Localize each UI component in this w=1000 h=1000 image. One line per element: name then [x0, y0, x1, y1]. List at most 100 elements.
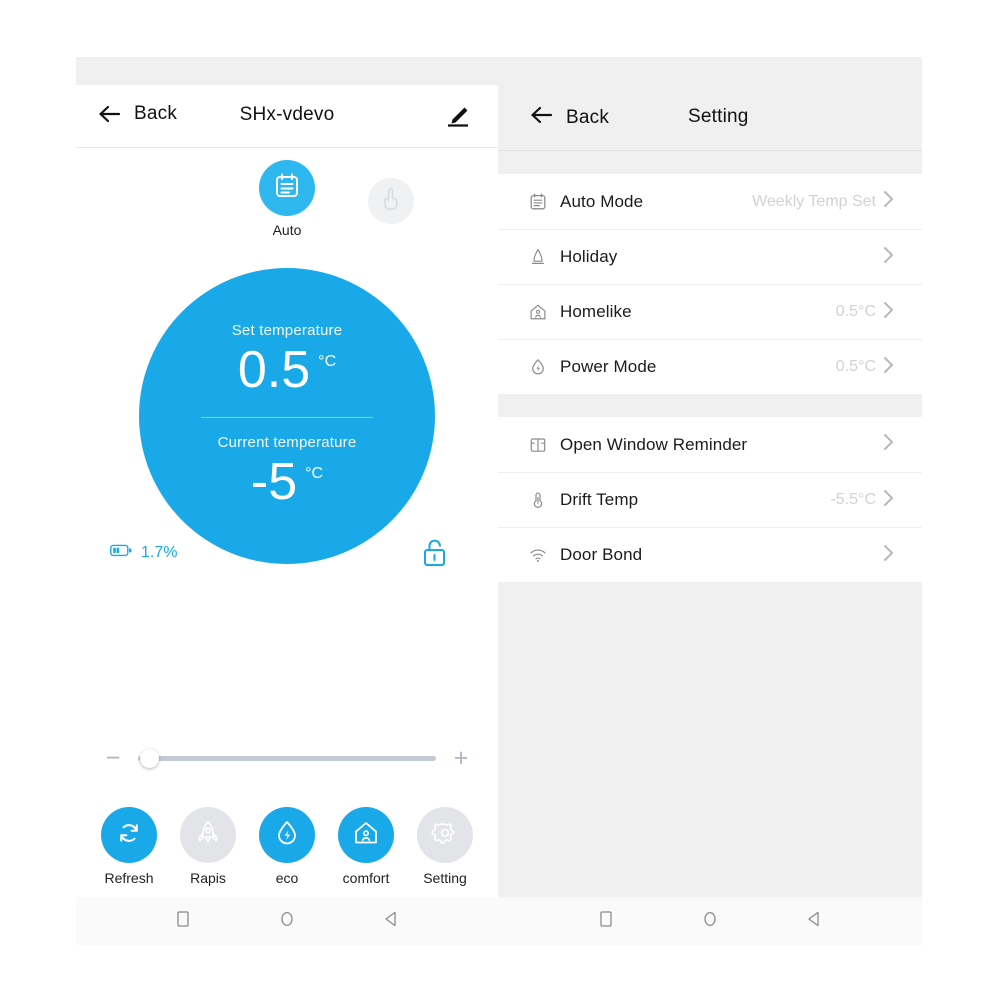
temperature-dial[interactable]: Set temperature 0.5 °C Current temperatu…: [139, 268, 435, 564]
action-button-row: Refresh Rapis eco comfort Setting: [76, 807, 498, 886]
settings-row-right: [876, 245, 895, 270]
right-phone-screen: Back Setting Auto Mode Weekly Temp Set H…: [498, 57, 922, 897]
chevron-right-icon: [882, 432, 895, 457]
circle-icon: [701, 909, 719, 934]
circle-icon: [278, 909, 296, 934]
action-rapis-label: Rapis: [190, 870, 226, 886]
current-temperature-row: -5 °C: [251, 453, 323, 511]
chevron-right-icon: [882, 543, 895, 568]
temperature-slider-row: − +: [76, 745, 498, 771]
left-phone-screen: Back SHx-vdevo Auto Set temperature 0.5 …: [76, 85, 498, 897]
action-setting-circle: [417, 807, 473, 863]
settings-row-label: Auto Mode: [560, 191, 644, 211]
back-button[interactable]: [801, 908, 827, 934]
settings-row-homelike[interactable]: Homelike 0.5°C: [498, 284, 922, 339]
slider-increment-button[interactable]: +: [448, 745, 474, 771]
chevron-right-icon: [882, 245, 895, 270]
settings-group-1: Auto Mode Weekly Temp Set Holiday Homeli…: [498, 174, 922, 394]
battery-level-text: 1.7%: [141, 544, 178, 561]
action-setting[interactable]: Setting: [414, 807, 476, 886]
recents-button[interactable]: [593, 908, 619, 934]
gear-icon: [430, 818, 460, 853]
settings-row-right: [876, 432, 895, 457]
settings-row-value: 0.5°C: [835, 303, 876, 320]
triangle-back-icon: [805, 909, 823, 934]
chevron-right-icon: [882, 189, 895, 214]
settings-back-button[interactable]: Back: [530, 105, 609, 130]
set-temperature-caption: Set temperature: [231, 321, 343, 339]
settings-row-right: -5.5°C: [830, 488, 895, 513]
arrow-left-icon: [530, 105, 554, 130]
chevron-right-icon: [882, 355, 895, 380]
mode-row: Auto: [76, 148, 498, 256]
settings-back-label: Back: [566, 106, 610, 128]
settings-group-2: Open Window Reminder Drift Temp -5.5°C D…: [498, 417, 922, 582]
settings-row-auto-mode[interactable]: Auto Mode Weekly Temp Set: [498, 174, 922, 229]
slider-decrement-button[interactable]: −: [100, 745, 126, 771]
action-setting-label: Setting: [423, 870, 467, 886]
settings-row-label: Homelike: [560, 302, 632, 321]
back-button[interactable]: [378, 908, 404, 934]
settings-row-value: -5.5°C: [830, 491, 876, 508]
mode-auto-label: Auto: [272, 222, 302, 238]
settings-spacer-top: [498, 151, 922, 174]
slider-thumb[interactable]: [140, 749, 159, 768]
calendar-schedule-icon: [528, 192, 556, 212]
power-drop-icon: [528, 357, 556, 377]
eco-drop-icon: [272, 818, 302, 853]
mode-button-manual[interactable]: [368, 178, 414, 224]
set-temperature-unit: °C: [318, 352, 337, 370]
square-icon: [597, 909, 615, 934]
home-button[interactable]: [697, 908, 723, 934]
home-button[interactable]: [274, 908, 300, 934]
square-icon: [174, 909, 192, 934]
chevron-right-icon: [882, 300, 895, 325]
thermometer-icon: [528, 490, 556, 510]
lock-open-icon: [420, 539, 450, 574]
dial-divider: [201, 416, 373, 418]
settings-row-value: 0.5°C: [835, 358, 876, 375]
hand-tap-icon: [378, 186, 404, 217]
settings-page-title: Setting: [688, 106, 749, 127]
settings-row-right: [876, 543, 895, 568]
settings-spacer-middle: [498, 394, 922, 417]
home-icon: [528, 302, 556, 322]
holiday-bell-icon: [528, 247, 556, 267]
slider-track: [138, 756, 436, 761]
refresh-icon: [114, 818, 144, 853]
temperature-slider[interactable]: [138, 745, 436, 771]
set-temperature-value: 0.5: [237, 340, 311, 399]
action-refresh-label: Refresh: [104, 870, 154, 886]
action-rapis[interactable]: Rapis: [177, 807, 239, 886]
settings-header: Back Setting: [498, 57, 922, 151]
action-eco-circle: [259, 807, 315, 863]
current-temperature-value: -5: [250, 452, 298, 511]
child-lock-button[interactable]: [420, 536, 450, 575]
mode-button-auto[interactable]: Auto: [259, 160, 315, 238]
settings-row-label: Open Window Reminder: [560, 434, 748, 454]
temperature-dial-wrap: Set temperature 0.5 °C Current temperatu…: [76, 256, 498, 568]
settings-row-door-bond[interactable]: Door Bond: [498, 527, 922, 582]
battery-indicator: 1.7%: [110, 544, 177, 562]
settings-row-label: Power Mode: [560, 357, 657, 376]
current-temperature-caption: Current temperature: [217, 433, 357, 451]
edit-device-button[interactable]: [443, 105, 471, 134]
triangle-back-icon: [382, 909, 400, 934]
set-temperature-row: 0.5 °C: [238, 341, 336, 399]
battery-icon: [110, 544, 132, 562]
pencil-edit-icon: [443, 107, 471, 133]
action-eco[interactable]: eco: [256, 807, 318, 886]
action-refresh[interactable]: Refresh: [98, 807, 160, 886]
settings-row-power-mode[interactable]: Power Mode 0.5°C: [498, 339, 922, 394]
action-comfort-label: comfort: [342, 870, 390, 886]
settings-row-open-window-reminder[interactable]: Open Window Reminder: [498, 417, 922, 472]
settings-row-right: 0.5°C: [836, 355, 895, 380]
settings-row-value: Weekly Temp Set: [752, 192, 876, 210]
settings-row-drift-temp[interactable]: Drift Temp -5.5°C: [498, 472, 922, 527]
action-comfort-circle: [338, 807, 394, 863]
settings-row-label: Holiday: [560, 247, 618, 266]
recents-button[interactable]: [170, 908, 196, 934]
settings-row-holiday[interactable]: Holiday: [498, 229, 922, 284]
action-comfort[interactable]: comfort: [335, 807, 397, 886]
left-navigation-bar: [76, 897, 498, 945]
